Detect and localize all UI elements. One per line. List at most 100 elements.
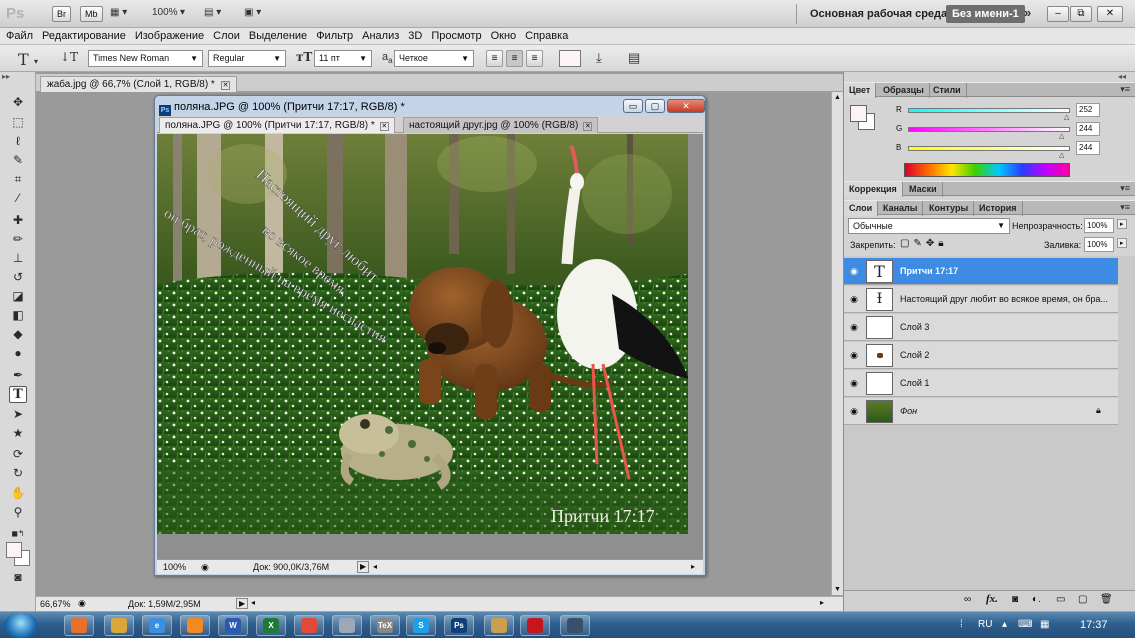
color-spectrum-ramp[interactable]	[904, 163, 1070, 177]
tab-adjustments[interactable]: Коррекция	[844, 182, 903, 197]
type-tool-icon[interactable]: T	[9, 386, 27, 403]
new-layer-icon[interactable]: ▢	[1078, 594, 1087, 605]
fill-input[interactable]: 100%	[1084, 237, 1114, 252]
network-icon[interactable]: ▦	[1040, 619, 1049, 630]
tab-swatches[interactable]: Образцы	[878, 83, 930, 98]
taskbar-explorer-icon[interactable]	[104, 615, 134, 636]
blue-slider-knob-icon[interactable]: △	[1059, 151, 1064, 159]
arrange-documents-dropdown[interactable]: ▤ ▾	[204, 7, 221, 18]
align-left-button[interactable]: ≡	[486, 50, 503, 67]
menu-window[interactable]: Окно	[491, 28, 517, 44]
scroll-left-icon[interactable]: ◂	[251, 598, 255, 607]
quick-selection-tool-icon[interactable]: ✎	[9, 152, 27, 169]
taskbar-ie-icon[interactable]: e	[142, 615, 172, 636]
menu-filter[interactable]: Фильтр	[316, 28, 353, 44]
3d-rotate-tool-icon[interactable]: ⟳	[9, 446, 27, 463]
opacity-input[interactable]: 100%	[1084, 218, 1114, 233]
toggle-text-orientation-icon[interactable]: ↓T	[60, 50, 78, 64]
eye-icon[interactable]: ◉	[848, 266, 860, 276]
taskbar-skype-icon[interactable]: S	[406, 615, 436, 636]
scroll-left-icon[interactable]: ◂	[373, 560, 377, 574]
close-tab-icon[interactable]: ✕	[220, 81, 231, 90]
3d-orbit-tool-icon[interactable]: ↻	[9, 465, 27, 482]
status-info-icon[interactable]: ◉	[201, 560, 209, 574]
blend-mode-select[interactable]: Обычные ▼	[848, 218, 1010, 234]
layer-row[interactable]: ◉ Ɨ Настоящий друг любит во всякое время…	[844, 286, 1118, 313]
gradient-tool-icon[interactable]: ◧	[9, 307, 27, 324]
green-slider-knob-icon[interactable]: △	[1059, 132, 1064, 140]
character-panel-icon[interactable]: ▤	[628, 50, 640, 66]
panel-menu-icon[interactable]: ▾≡	[1120, 202, 1130, 213]
tab-masks[interactable]: Маски	[904, 182, 943, 197]
eye-icon[interactable]: ◉	[848, 378, 860, 388]
dodge-tool-icon[interactable]: ●	[9, 345, 27, 362]
scroll-down-icon[interactable]: ▼	[834, 586, 841, 593]
collapse-dock-icon[interactable]: ◂◂	[1118, 72, 1126, 81]
minibridge-button[interactable]: Mb	[80, 6, 103, 22]
background-zoom-readout[interactable]: 66,67%	[40, 599, 71, 609]
eyedropper-tool-icon[interactable]: ⁄	[9, 190, 27, 207]
hand-tool-icon[interactable]: ✋	[9, 485, 27, 502]
close-document-button[interactable]: ✕	[667, 99, 705, 113]
lock-options-icons[interactable]: ▢✎✥🔒︎	[900, 238, 948, 249]
menu-edit[interactable]: Редактирование	[42, 28, 126, 44]
zoom-level-dropdown[interactable]: 100%	[152, 7, 178, 18]
panel-menu-icon[interactable]: ▾≡	[1120, 84, 1130, 95]
font-size-select[interactable]: 11 пт ▼	[314, 50, 372, 67]
default-colors-icon[interactable]: ◼↰	[9, 525, 27, 542]
pen-tool-icon[interactable]: ✒	[9, 367, 27, 384]
panel-menu-icon[interactable]: ▾≡	[1120, 183, 1130, 194]
add-mask-icon[interactable]: ◙	[1012, 594, 1018, 605]
zoom-level-arrow-icon[interactable]: ▾	[180, 7, 185, 18]
eye-icon[interactable]: ◉	[848, 350, 860, 360]
menu-3d[interactable]: 3D	[408, 28, 422, 44]
path-selection-tool-icon[interactable]: ➤	[9, 406, 27, 423]
warp-text-icon[interactable]: ⤓	[596, 50, 602, 66]
layer-row[interactable]: ◉ Слой 1	[844, 370, 1118, 397]
scroll-right-icon[interactable]: ▸	[691, 560, 695, 574]
blue-gradient-bar[interactable]	[908, 146, 1070, 151]
tab-background-document[interactable]: жаба.jpg @ 66,7% (Слой 1, RGB/8) * ✕	[40, 76, 238, 92]
tab-history[interactable]: История	[974, 201, 1023, 216]
status-menu-arrow-icon[interactable]: ▶	[236, 598, 249, 609]
tab-channels[interactable]: Каналы	[878, 201, 924, 216]
eye-icon[interactable]: ◉	[848, 406, 860, 416]
screen-mode-dropdown[interactable]: ▣ ▾	[244, 7, 261, 18]
keyboard-icon[interactable]: ⌨	[1018, 619, 1032, 630]
taskbar-word-icon[interactable]: W	[218, 615, 248, 636]
align-right-button[interactable]: ≡	[526, 50, 543, 67]
tray-expand-icon[interactable]: ▴	[1002, 619, 1007, 630]
minimize-app-button[interactable]: –	[1047, 6, 1069, 22]
status-info-icon[interactable]: ◉	[78, 598, 86, 609]
blue-value-input[interactable]: 244	[1076, 141, 1100, 155]
taskbar-paint-icon[interactable]	[484, 615, 514, 636]
layer-row[interactable]: ◉ Слой 2	[844, 342, 1118, 369]
eye-icon[interactable]: ◉	[848, 294, 860, 304]
delete-layer-icon[interactable]: 🗑︎	[1100, 594, 1113, 605]
type-tool-preset-icon[interactable]: T	[18, 50, 29, 69]
preset-dropdown-arrow-icon[interactable]: ▾	[34, 57, 38, 66]
text-color-swatch[interactable]	[559, 50, 581, 67]
lasso-tool-icon[interactable]: ℓ	[9, 133, 27, 150]
layer-row[interactable]: ◉ Слой 3	[844, 314, 1118, 341]
taskbar-firefox-icon[interactable]	[64, 615, 94, 636]
taskbar-tex-icon[interactable]: TeX	[370, 615, 400, 636]
taskbar-acrobat-icon[interactable]	[520, 615, 550, 636]
layer-style-icon[interactable]: fx.	[986, 593, 998, 605]
taskbar-files-icon[interactable]	[332, 615, 362, 636]
green-gradient-bar[interactable]	[908, 127, 1070, 132]
eye-icon[interactable]: ◉	[848, 322, 860, 332]
menu-layers[interactable]: Слои	[213, 28, 240, 44]
taskbar-chrome-icon[interactable]	[294, 615, 324, 636]
menu-file[interactable]: Файл	[6, 28, 33, 44]
font-family-select[interactable]: Times New Roman ▼	[88, 50, 203, 67]
move-tool-icon[interactable]: ✥	[9, 94, 27, 111]
workspace-active-button[interactable]: Без имени-1	[946, 5, 1025, 23]
healing-brush-tool-icon[interactable]: ✚	[9, 212, 27, 229]
marquee-tool-icon[interactable]: ⬚	[9, 114, 27, 131]
red-value-input[interactable]: 252	[1076, 103, 1100, 117]
document-zoom-readout[interactable]: 100%	[163, 560, 186, 574]
adjustment-layer-icon[interactable]: ◐.	[1032, 594, 1041, 605]
workspace-more-button[interactable]: »	[1024, 5, 1031, 20]
taskbar-photoshop-icon[interactable]: Ps	[444, 615, 474, 636]
